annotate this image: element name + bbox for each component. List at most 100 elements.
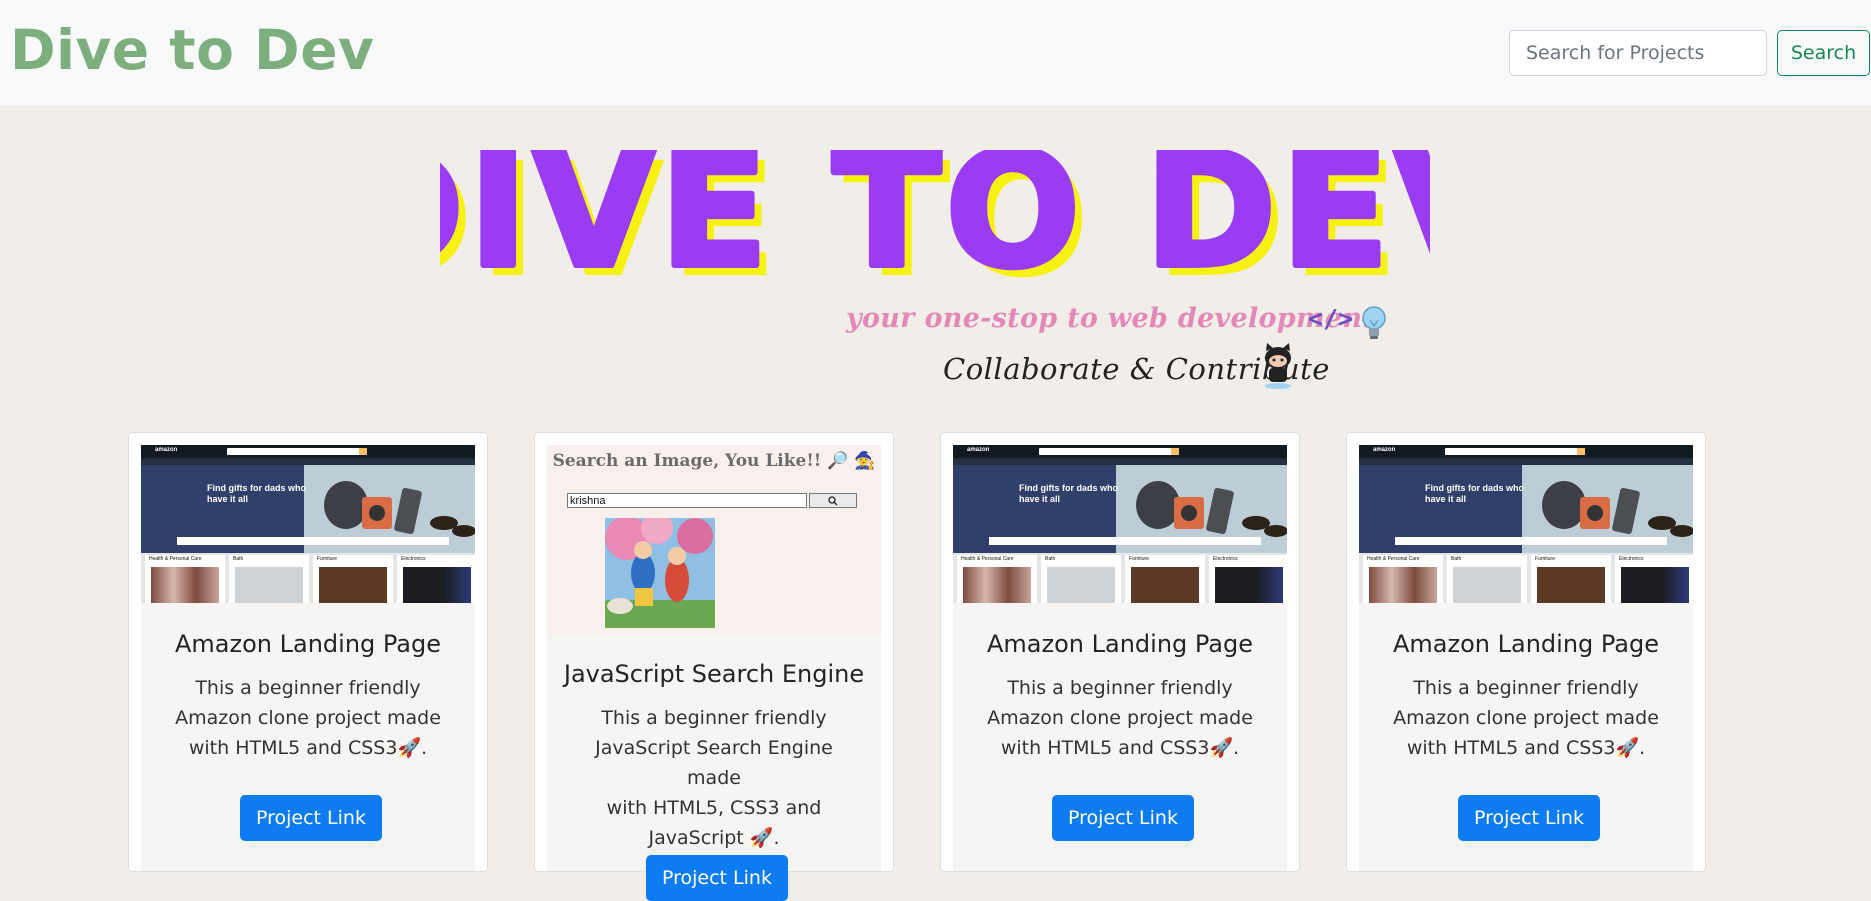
amazon-tile-label: Furniture xyxy=(317,556,338,562)
card-description: This a beginner friendly Amazon clone pr… xyxy=(1379,673,1673,763)
navbar: Dive to Dev Search xyxy=(0,0,1871,106)
description-line: Amazon clone project made xyxy=(1393,707,1659,729)
amazon-tile-label: Electronics xyxy=(1619,556,1644,562)
tile-image xyxy=(1453,567,1521,603)
amazon-notice-strip xyxy=(1395,537,1667,545)
amazon-tile: Furniture xyxy=(1125,555,1205,603)
amazon-notice-strip xyxy=(177,537,449,545)
brand-logo-text[interactable]: Dive to Dev xyxy=(10,18,374,82)
js-thumb-search-button xyxy=(809,493,857,508)
project-link-button[interactable]: Project Link xyxy=(1458,795,1600,841)
project-card: amazon Find gifts for dads who have it a… xyxy=(128,432,488,872)
amazon-nav xyxy=(953,458,1287,465)
search-icon xyxy=(828,496,838,506)
amazon-tile-label: Furniture xyxy=(1535,556,1556,562)
amazon-search-bar xyxy=(1445,448,1585,455)
description-line: Amazon clone project made xyxy=(175,707,441,729)
project-card: amazon Find gifts for dads who have it a… xyxy=(940,432,1300,872)
description-line: This a beginner friendly xyxy=(601,707,827,729)
description-line: JavaScript 🚀. xyxy=(648,827,780,849)
description-line: with HTML5 and CSS3🚀. xyxy=(1000,737,1240,759)
project-link-button[interactable]: Project Link xyxy=(646,855,788,901)
amazon-hero-text: Find gifts for dads who have it all xyxy=(1425,483,1524,504)
amazon-tile: Health & Personal Care xyxy=(1363,555,1443,603)
amazon-tile: Furniture xyxy=(1531,555,1611,603)
amazon-header: amazon xyxy=(141,445,475,458)
amazon-tile-label: Electronics xyxy=(1213,556,1238,562)
amazon-logo: amazon xyxy=(1373,447,1396,453)
card-body: amazon Find gifts for dads who have it a… xyxy=(141,445,475,871)
tile-image xyxy=(1369,567,1437,603)
search-button[interactable]: Search xyxy=(1777,30,1870,76)
hero-tagline: your one-stop to web development xyxy=(846,303,1376,334)
card-description: This a beginner friendly JavaScript Sear… xyxy=(567,703,861,853)
project-link-button[interactable]: Project Link xyxy=(1052,795,1194,841)
amazon-search-icon xyxy=(359,448,367,455)
amazon-tile: Electronics xyxy=(1209,555,1287,603)
amazon-nav xyxy=(141,458,475,465)
amazon-tile: Bath xyxy=(1447,555,1527,603)
tile-image xyxy=(235,567,303,603)
krishna-radha-image xyxy=(605,518,715,628)
amazon-search-bar xyxy=(227,448,367,455)
tile-image xyxy=(1131,567,1199,603)
amazon-header: amazon xyxy=(1359,445,1693,458)
description-line: This a beginner friendly xyxy=(1007,677,1233,699)
card-title: Amazon Landing Page xyxy=(175,630,441,658)
card-screenshot[interactable]: Search an Image, You Like!! 🔎 🧙 krishna xyxy=(547,445,881,635)
description-line: Amazon clone project made xyxy=(987,707,1253,729)
hero-logo: DIVE TO DEV DIVE TO DEV xyxy=(440,150,1430,295)
amazon-tile: Electronics xyxy=(397,555,475,603)
amazon-logo: amazon xyxy=(967,447,990,453)
amazon-hero-text: Find gifts for dads who have it all xyxy=(207,483,306,504)
amazon-tile: Bath xyxy=(229,555,309,603)
amazon-tile-label: Bath xyxy=(1451,556,1462,562)
card-body: amazon Find gifts for dads who have it a… xyxy=(953,445,1287,871)
card-screenshot[interactable]: amazon Find gifts for dads who have it a… xyxy=(953,445,1287,603)
card-title: Amazon Landing Page xyxy=(987,630,1253,658)
js-thumb-heading: Search an Image, You Like!! 🔎 🧙 xyxy=(552,451,876,471)
amazon-tile-label: Furniture xyxy=(1129,556,1150,562)
amazon-search-icon xyxy=(1577,448,1585,455)
amazon-search-bar xyxy=(1039,448,1179,455)
amazon-nav xyxy=(1359,458,1693,465)
project-card: amazon Find gifts for dads who have it a… xyxy=(1346,432,1706,872)
amazon-tile-label: Health & Personal Care xyxy=(961,556,1014,562)
amazon-logo: amazon xyxy=(155,447,178,453)
amazon-tile: Health & Personal Care xyxy=(957,555,1037,603)
description-line: with HTML5 and CSS3🚀. xyxy=(1406,737,1646,759)
amazon-search-icon xyxy=(1171,448,1179,455)
description-line: This a beginner friendly xyxy=(1413,677,1639,699)
tile-image xyxy=(963,567,1031,603)
project-link-button[interactable]: Project Link xyxy=(240,795,382,841)
amazon-tile: Furniture xyxy=(313,555,393,603)
amazon-notice-strip xyxy=(989,537,1261,545)
card-screenshot[interactable]: amazon Find gifts for dads who have it a… xyxy=(141,445,475,603)
amazon-tile-label: Bath xyxy=(1045,556,1056,562)
lightbulb-icon xyxy=(1362,306,1386,339)
card-body: Search an Image, You Like!! 🔎 🧙 krishna xyxy=(547,445,881,901)
amazon-tile-label: Bath xyxy=(233,556,244,562)
search-input[interactable] xyxy=(1509,30,1767,76)
tile-image xyxy=(1537,567,1605,603)
search-form: Search xyxy=(1509,30,1870,76)
description-line: This a beginner friendly xyxy=(195,677,421,699)
hero-logo-text: DIVE TO DEV xyxy=(440,150,1430,295)
tile-image xyxy=(1215,567,1283,603)
card-screenshot[interactable]: amazon Find gifts for dads who have it a… xyxy=(1359,445,1693,603)
description-line: JavaScript Search Engine made xyxy=(595,737,833,789)
amazon-tile: Electronics xyxy=(1615,555,1693,603)
amazon-tile-label: Health & Personal Care xyxy=(149,556,202,562)
tile-image xyxy=(319,567,387,603)
code-icon: </> xyxy=(1308,304,1354,333)
description-line: with HTML5 and CSS3🚀. xyxy=(188,737,428,759)
card-title: JavaScript Search Engine xyxy=(563,660,865,688)
card-description: This a beginner friendly Amazon clone pr… xyxy=(161,673,455,763)
tile-image xyxy=(1047,567,1115,603)
tile-image xyxy=(151,567,219,603)
js-thumb-search-input: krishna xyxy=(567,493,807,508)
amazon-header: amazon xyxy=(953,445,1287,458)
tile-image xyxy=(403,567,471,603)
amazon-tile: Health & Personal Care xyxy=(145,555,225,603)
amazon-tile-label: Health & Personal Care xyxy=(1367,556,1420,562)
